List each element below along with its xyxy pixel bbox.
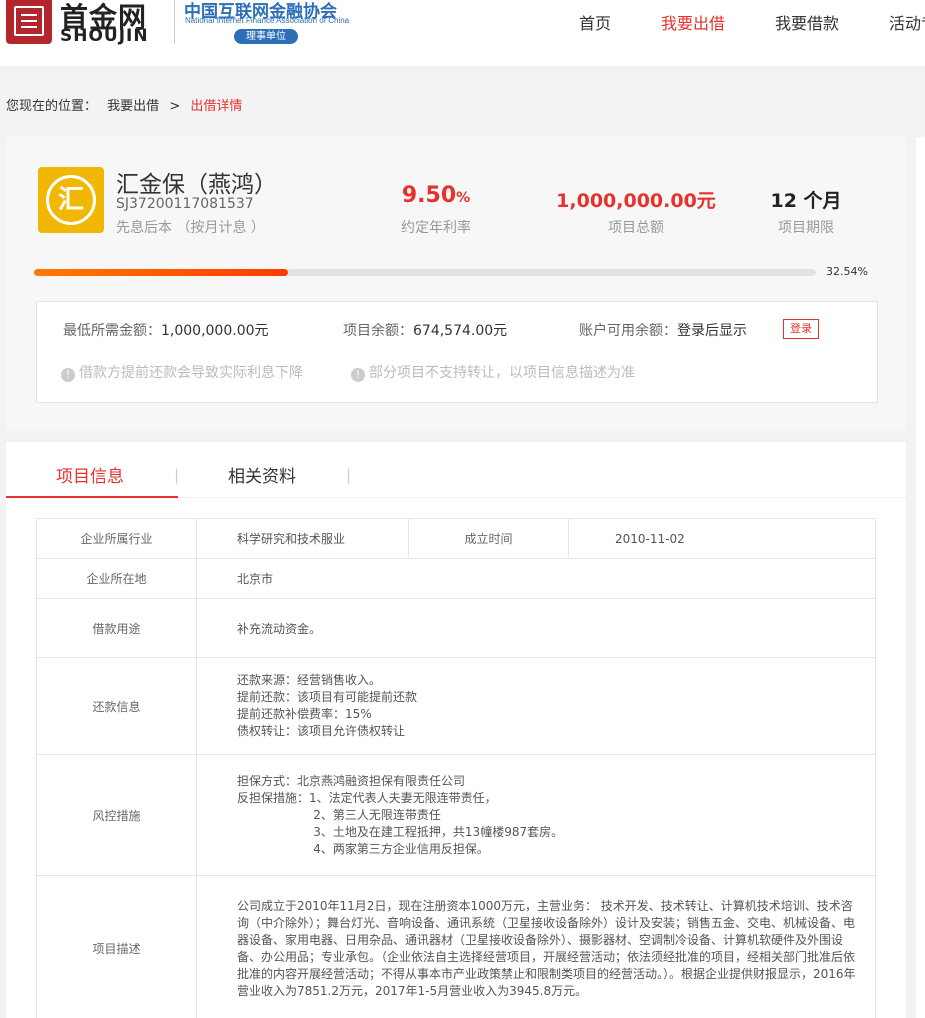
- balance-value: 登录后显示: [677, 323, 747, 339]
- association-name-en: National Internet Finance Association of…: [185, 16, 350, 25]
- description-value: 公司成立于2010年11月2日，现在注册资本1000万元，主营业务： 技术开发、…: [196, 875, 876, 1018]
- tip-transfer-text: 部分项目不支持转让，以项目信息描述为准: [369, 365, 635, 381]
- product-name: 汇金保（燕鸿）: [116, 172, 277, 198]
- risk-line: 4、两家第三方企业信用反担保。: [237, 841, 489, 856]
- term-label: 项目期限: [778, 220, 834, 236]
- risk-line: 反担保措施：1、法定代表人夫妻无限连带责任，: [237, 790, 497, 805]
- logo-divider: [174, 0, 175, 44]
- repay-line: 提前还款补偿费率：15%: [237, 707, 372, 721]
- total-amount: 1,000,000.00元: [556, 190, 716, 212]
- table-row: 企业所属行业 科学研究和技术服业 成立时间 2010-11-02: [36, 518, 876, 559]
- table-row: 还款信息 还款来源：经营销售收入。 提前还款：该项目有可能提前还款 提前还款补偿…: [36, 657, 876, 755]
- project-detail-panel: 项目信息 | 相关资料 | 企业所属行业 科学研究和技术服业 成立时间 2010…: [6, 442, 906, 1018]
- info-icon: !: [351, 368, 365, 382]
- tip-early-repay: ! 借款方提前还款会导致实际利息下降: [61, 362, 303, 382]
- nav-activity[interactable]: 活动专: [889, 10, 925, 34]
- breadcrumb-separator: >: [169, 99, 181, 114]
- tab-active-indicator: [6, 496, 178, 498]
- rate-number: 9.50: [401, 183, 457, 208]
- location-label: 企业所在地: [36, 558, 197, 599]
- repay-line: 还款来源：经营销售收入。: [237, 673, 382, 687]
- product-code: SJ37200117081537: [116, 196, 254, 212]
- total-amount-label: 项目总额: [608, 220, 664, 236]
- account-balance: 账户可用余额：登录后显示: [579, 320, 747, 340]
- site-header: 首金网 SHOUJIN 中国互联网金融协会 National Internet …: [0, 0, 925, 66]
- tip-transfer: ! 部分项目不支持转让，以项目信息描述为准: [351, 362, 635, 382]
- risk-control-label: 风控措施: [36, 754, 197, 876]
- breadcrumb-parent-link[interactable]: 我要出借: [107, 99, 159, 114]
- breadcrumb-current: 出借详情: [190, 99, 243, 114]
- tip-early-repay-text: 借款方提前还款会导致实际利息下降: [79, 365, 303, 381]
- nav-borrow[interactable]: 我要借款: [775, 10, 839, 34]
- breadcrumb-prefix: 您现在的位置：: [6, 99, 98, 114]
- founded-label: 成立时间: [408, 518, 569, 559]
- industry-label: 企业所属行业: [36, 518, 197, 559]
- logo-mark-icon[interactable]: [6, 0, 52, 44]
- repay-line: 提前还款：该项目有可能提前还款: [237, 690, 418, 704]
- project-info-table: 企业所属行业 科学研究和技术服业 成立时间 2010-11-02 企业所在地 北…: [36, 518, 876, 1018]
- login-button[interactable]: 登录: [783, 319, 819, 339]
- repay-info-label: 还款信息: [36, 657, 197, 755]
- rate-unit: %: [456, 190, 471, 206]
- progress-bar: [34, 269, 816, 276]
- risk-control-value: 担保方式：北京燕鸿融资担保有限责任公司 反担保措施：1、法定代表人夫妻无限连带责…: [196, 754, 876, 876]
- tab-separator: |: [346, 466, 352, 484]
- remain-amount: 项目余额：674,574.00元: [343, 320, 507, 340]
- purpose-label: 借款用途: [36, 598, 197, 658]
- progress-percent: 32.54%: [826, 265, 868, 278]
- risk-line: 2、第三人无限连带责任: [237, 807, 441, 822]
- industry-value: 科学研究和技术服业: [196, 518, 409, 559]
- purpose-value: 补充流动资金。: [196, 598, 876, 658]
- product-summary: 汇 汇金保（燕鸿） SJ37200117081537 先息后本 （按月计息 ） …: [6, 137, 906, 430]
- logo-text-en[interactable]: SHOUJIN: [60, 26, 149, 46]
- tab-project-info[interactable]: 项目信息: [56, 462, 124, 487]
- table-row: 企业所在地 北京市: [36, 558, 876, 599]
- founded-value: 2010-11-02: [568, 518, 876, 559]
- remain-label: 项目余额：: [343, 323, 413, 339]
- description-label: 项目描述: [36, 875, 197, 1018]
- nav-invest[interactable]: 我要出借: [661, 10, 725, 34]
- remain-value: 674,574.00元: [413, 323, 508, 339]
- risk-line: 担保方式：北京燕鸿融资担保有限责任公司: [237, 773, 466, 788]
- table-row: 借款用途 补充流动资金。: [36, 598, 876, 658]
- side-panel-edge: [916, 137, 925, 1018]
- table-row: 项目描述 公司成立于2010年11月2日，现在注册资本1000万元，主营业务： …: [36, 875, 876, 1018]
- breadcrumb: 您现在的位置： 我要出借 > 出借详情: [6, 95, 248, 114]
- min-amount-value: 1,000,000.00元: [161, 323, 269, 339]
- table-row: 风控措施 担保方式：北京燕鸿融资担保有限责任公司 反担保措施：1、法定代表人夫妻…: [36, 754, 876, 876]
- product-logo-icon: 汇: [38, 167, 104, 233]
- product-logo-char: 汇: [46, 175, 96, 225]
- risk-line: 3、土地及在建工程抵押，共13幢楼987套房。: [237, 824, 564, 839]
- rate-value: 9.50%: [386, 183, 486, 208]
- tab-separator: |: [174, 466, 180, 484]
- product-repay-type: 先息后本 （按月计息 ）: [116, 220, 265, 236]
- balance-label: 账户可用余额：: [579, 323, 677, 339]
- repay-info-value: 还款来源：经营销售收入。 提前还款：该项目有可能提前还款 提前还款补偿费率：15…: [196, 657, 876, 755]
- rate-label: 约定年利率: [401, 220, 471, 236]
- term-value: 12 个月: [770, 190, 842, 212]
- invest-info-box: 最低所需金额：1,000,000.00元 项目余额：674,574.00元 账户…: [36, 301, 878, 403]
- nav-home[interactable]: 首页: [579, 10, 611, 34]
- min-amount: 最低所需金额：1,000,000.00元: [63, 320, 269, 340]
- min-amount-label: 最低所需金额：: [63, 323, 161, 339]
- repay-line: 债权转让：该项目允许债权转让: [237, 724, 406, 738]
- association-badge: 理事单位: [234, 29, 298, 44]
- progress-fill: [34, 269, 289, 276]
- location-value: 北京市: [196, 558, 876, 599]
- tab-related-docs[interactable]: 相关资料: [228, 462, 296, 487]
- info-icon: !: [61, 368, 75, 382]
